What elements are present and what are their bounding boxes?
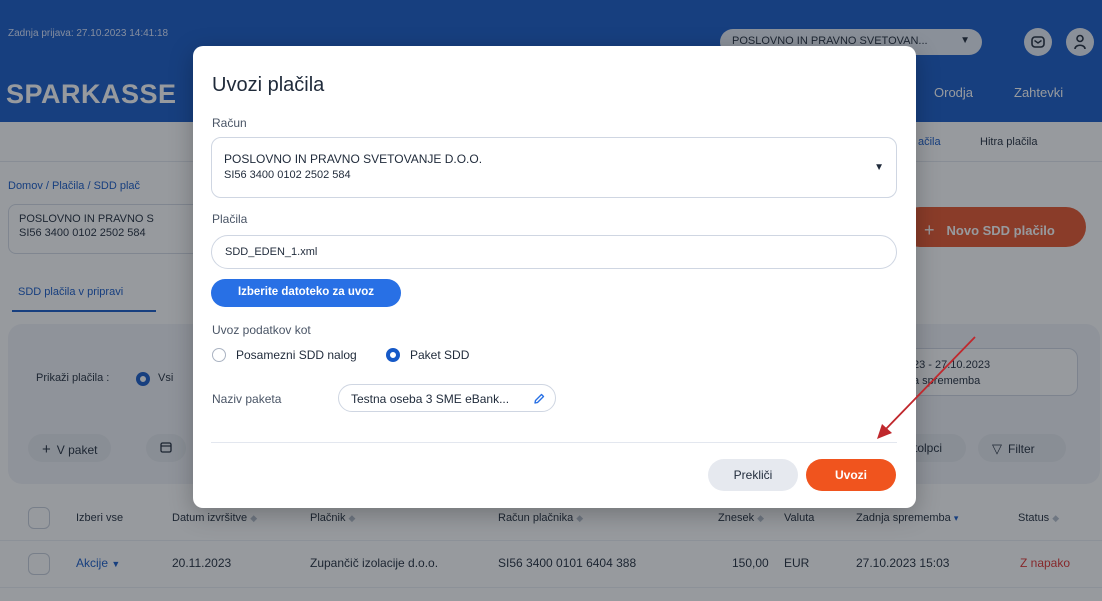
import-button[interactable]: Uvozi — [806, 459, 896, 491]
import-as-label: Uvoz podatkov kot — [212, 323, 311, 337]
radio-single-sdd[interactable] — [212, 348, 226, 362]
dialog-divider — [211, 442, 897, 443]
account-field-label: Račun — [212, 116, 247, 130]
choose-file-button[interactable]: Izberite datoteko za uvoz — [211, 279, 401, 307]
file-name-input[interactable]: SDD_EDEN_1.xml — [211, 235, 897, 269]
import-payments-dialog: Uvozi plačila Račun POSLOVNO IN PRAVNO S… — [193, 46, 916, 508]
dialog-title: Uvozi plačila — [212, 74, 325, 96]
package-name-input[interactable]: Testna oseba 3 SME eBank... — [338, 384, 556, 412]
radio-sdd-package[interactable] — [386, 348, 400, 362]
account-dropdown-number: SI56 3400 0102 2502 584 — [224, 169, 351, 181]
radio-single-sdd-label[interactable]: Posamezni SDD nalog — [236, 348, 357, 362]
payments-field-label: Plačila — [212, 212, 248, 226]
account-dropdown[interactable]: POSLOVNO IN PRAVNO SVETOVANJE D.O.O. SI5… — [211, 137, 897, 198]
chevron-down-icon: ▼ — [874, 162, 884, 173]
package-name-value: Testna oseba 3 SME eBank... — [351, 392, 510, 406]
pencil-icon[interactable] — [533, 392, 546, 408]
package-name-label: Naziv paketa — [212, 392, 282, 406]
radio-sdd-package-label[interactable]: Paket SDD — [410, 348, 469, 362]
account-dropdown-name: POSLOVNO IN PRAVNO SVETOVANJE D.O.O. — [224, 152, 483, 166]
cancel-button[interactable]: Prekliči — [708, 459, 798, 491]
